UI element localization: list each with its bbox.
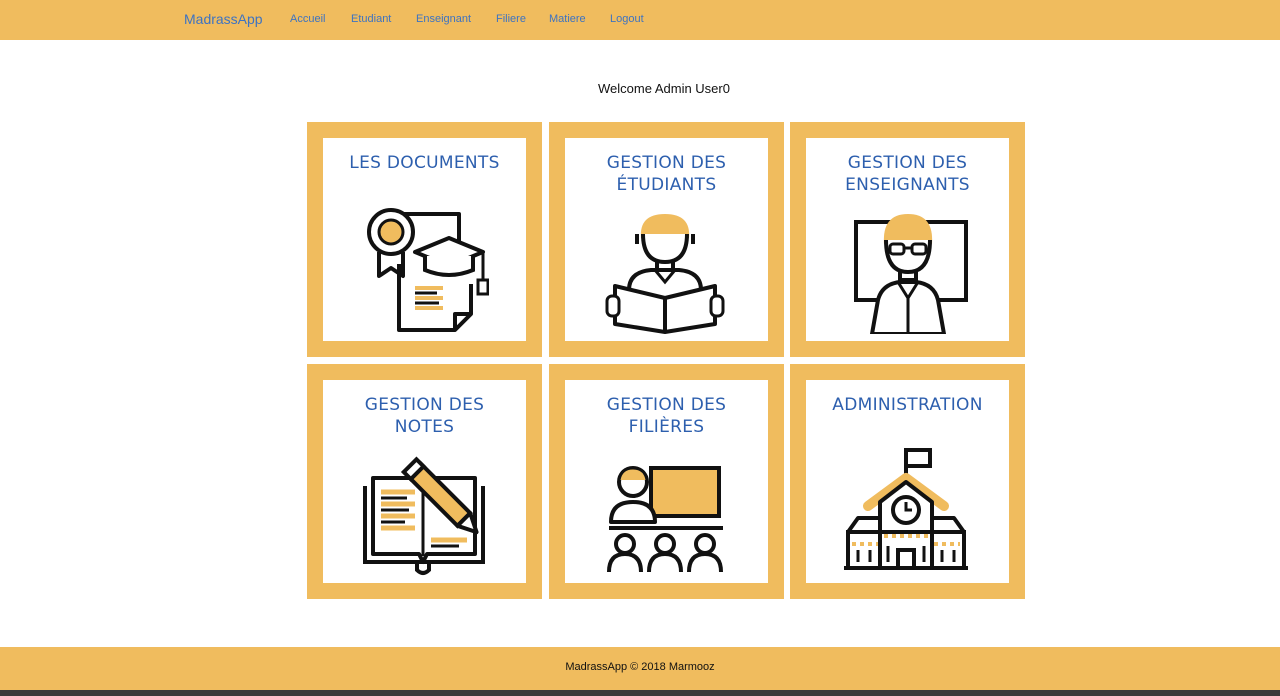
tile-title: GESTION DES NOTES [323, 394, 526, 438]
nav-link-enseignant[interactable]: Enseignant [416, 13, 471, 25]
tile-title-line1: GESTION DES [847, 153, 968, 173]
tile-title-line1: GESTION DES [364, 395, 485, 415]
tile-title-line1: ADMINISTRATION [832, 395, 983, 415]
nav-link-logout[interactable]: Logout [610, 13, 644, 25]
tile-card: GESTION DES FILIÈRES [565, 380, 768, 583]
tile-card: GESTION DES ENSEIGNANTS [806, 138, 1009, 341]
tile-title-line2: ÉTUDIANTS [616, 175, 717, 195]
tile-card: LES DOCUMENTS [323, 138, 526, 341]
tile-title-line2: ENSEIGNANTS [845, 175, 970, 195]
nav-link-matiere[interactable]: Matiere [549, 13, 586, 25]
tile-title-line2: NOTES [394, 417, 455, 437]
tile-notes[interactable]: GESTION DES NOTES [307, 364, 542, 599]
bottom-strip [0, 690, 1280, 696]
tile-administration[interactable]: ADMINISTRATION [790, 364, 1025, 599]
diploma-graduation-icon [367, 208, 489, 332]
tile-filieres[interactable]: GESTION DES FILIÈRES [549, 364, 784, 599]
tile-title: LES DOCUMENTS [323, 152, 526, 174]
classroom-icon [607, 466, 723, 573]
teacher-board-icon [854, 214, 968, 334]
nav-link-etudiant[interactable]: Etudiant [351, 13, 391, 25]
school-building-icon [844, 448, 968, 570]
brand-link[interactable]: MadrassApp [184, 11, 263, 27]
tile-documents[interactable]: LES DOCUMENTS [307, 122, 542, 357]
tile-title-line1: GESTION DES [606, 153, 727, 173]
tile-title-line1: LES DOCUMENTS [349, 153, 500, 173]
tile-card: ADMINISTRATION [806, 380, 1009, 583]
tile-card: GESTION DES ÉTUDIANTS [565, 138, 768, 341]
tile-title: GESTION DES ÉTUDIANTS [565, 152, 768, 196]
footer-copyright: MadrassApp © 2018 Marmooz [565, 661, 715, 673]
tile-title: GESTION DES ENSEIGNANTS [806, 152, 1009, 196]
tile-title: GESTION DES FILIÈRES [565, 394, 768, 438]
footer: MadrassApp © 2018 Marmooz [0, 647, 1280, 690]
welcome-message: Welcome Admin User0 [598, 81, 730, 96]
nav-link-accueil[interactable]: Accueil [290, 13, 325, 25]
tile-title-line2: FILIÈRES [628, 417, 705, 437]
tile-card: GESTION DES NOTES [323, 380, 526, 583]
tile-etudiants[interactable]: GESTION DES ÉTUDIANTS [549, 122, 784, 357]
tile-title-line1: GESTION DES [606, 395, 727, 415]
student-reading-icon [605, 214, 725, 334]
tile-enseignants[interactable]: GESTION DES ENSEIGNANTS [790, 122, 1025, 357]
nav-link-filiere[interactable]: Filiere [496, 13, 526, 25]
notebook-pencil-icon [363, 456, 485, 575]
tile-title: ADMINISTRATION [806, 394, 1009, 416]
navbar: MadrassApp Accueil Etudiant Enseignant F… [0, 0, 1280, 40]
